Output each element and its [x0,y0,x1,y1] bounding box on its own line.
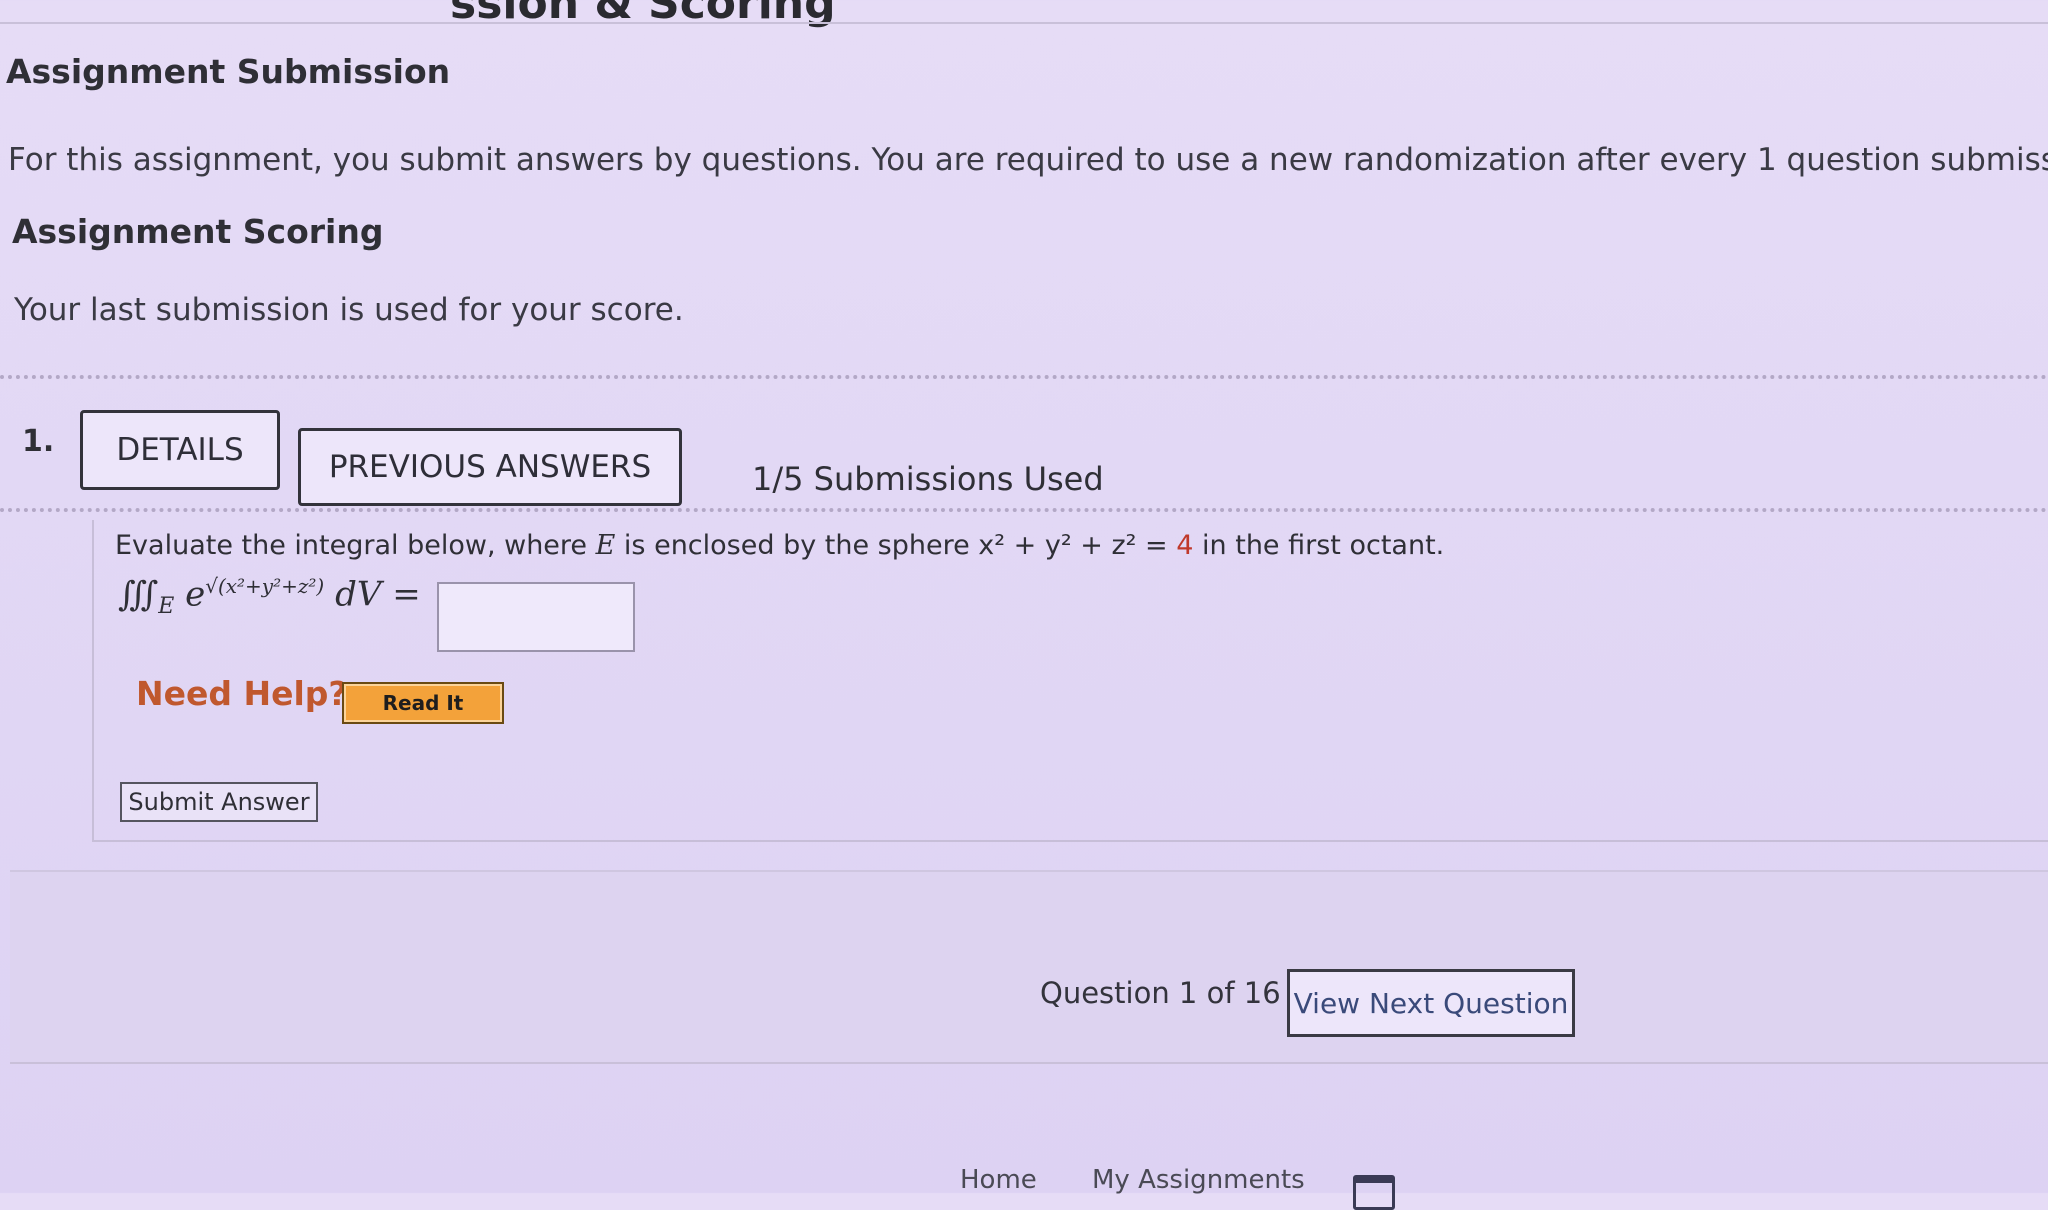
question-divider [0,508,2048,512]
prompt-end: in the first octant. [1193,530,1445,561]
submission-text: For this assignment, you submit answers … [8,142,2048,178]
view-next-question-button[interactable]: View Next Question [1287,969,1575,1037]
scoring-text: Your last submission is used for your sc… [14,292,684,328]
scoring-heading: Assignment Scoring [12,212,384,251]
equation-lhs: x² + y² + z² = [978,530,1177,561]
differential: dV = [335,574,421,615]
need-help-label: Need Help? [136,674,348,713]
section-divider [0,375,2048,379]
answer-input[interactable] [437,582,635,652]
equation-rhs: 4 [1176,530,1194,561]
prompt-var: E [595,530,616,561]
submissions-used: 1/5 Submissions Used [752,460,1104,498]
prompt-start: Evaluate the integral below, where [115,530,596,561]
question-navigation-panel [10,870,2048,1064]
nav-home-link[interactable]: Home [960,1165,1037,1195]
submission-heading: Assignment Submission [6,52,451,91]
question-position: Question 1 of 16 [1040,976,1281,1010]
header-divider [0,22,2048,24]
page-title-fragment: ssion & Scoring [450,0,836,29]
submit-answer-button[interactable]: Submit Answer [120,782,318,822]
previous-answers-tab[interactable]: PREVIOUS ANSWERS [298,428,682,506]
details-tab[interactable]: DETAILS [80,410,280,490]
question-number: 1. [22,424,55,459]
nav-my-assignments-link[interactable]: My Assignments [1092,1165,1305,1195]
integral-subscript: E [158,594,175,620]
prompt-mid: is enclosed by the sphere [615,530,979,561]
integrand-exponent: √(x²+y²+z²) [205,574,325,598]
integral-expression: ∭E e√(x²+y²+z²) dV = [118,574,421,619]
read-it-button[interactable]: Read It [342,682,504,724]
question-panel [92,520,2048,842]
question-prompt: Evaluate the integral below, where E is … [115,530,1444,561]
integrand-base: e [185,574,206,615]
integral-sign: ∭ [118,574,159,615]
